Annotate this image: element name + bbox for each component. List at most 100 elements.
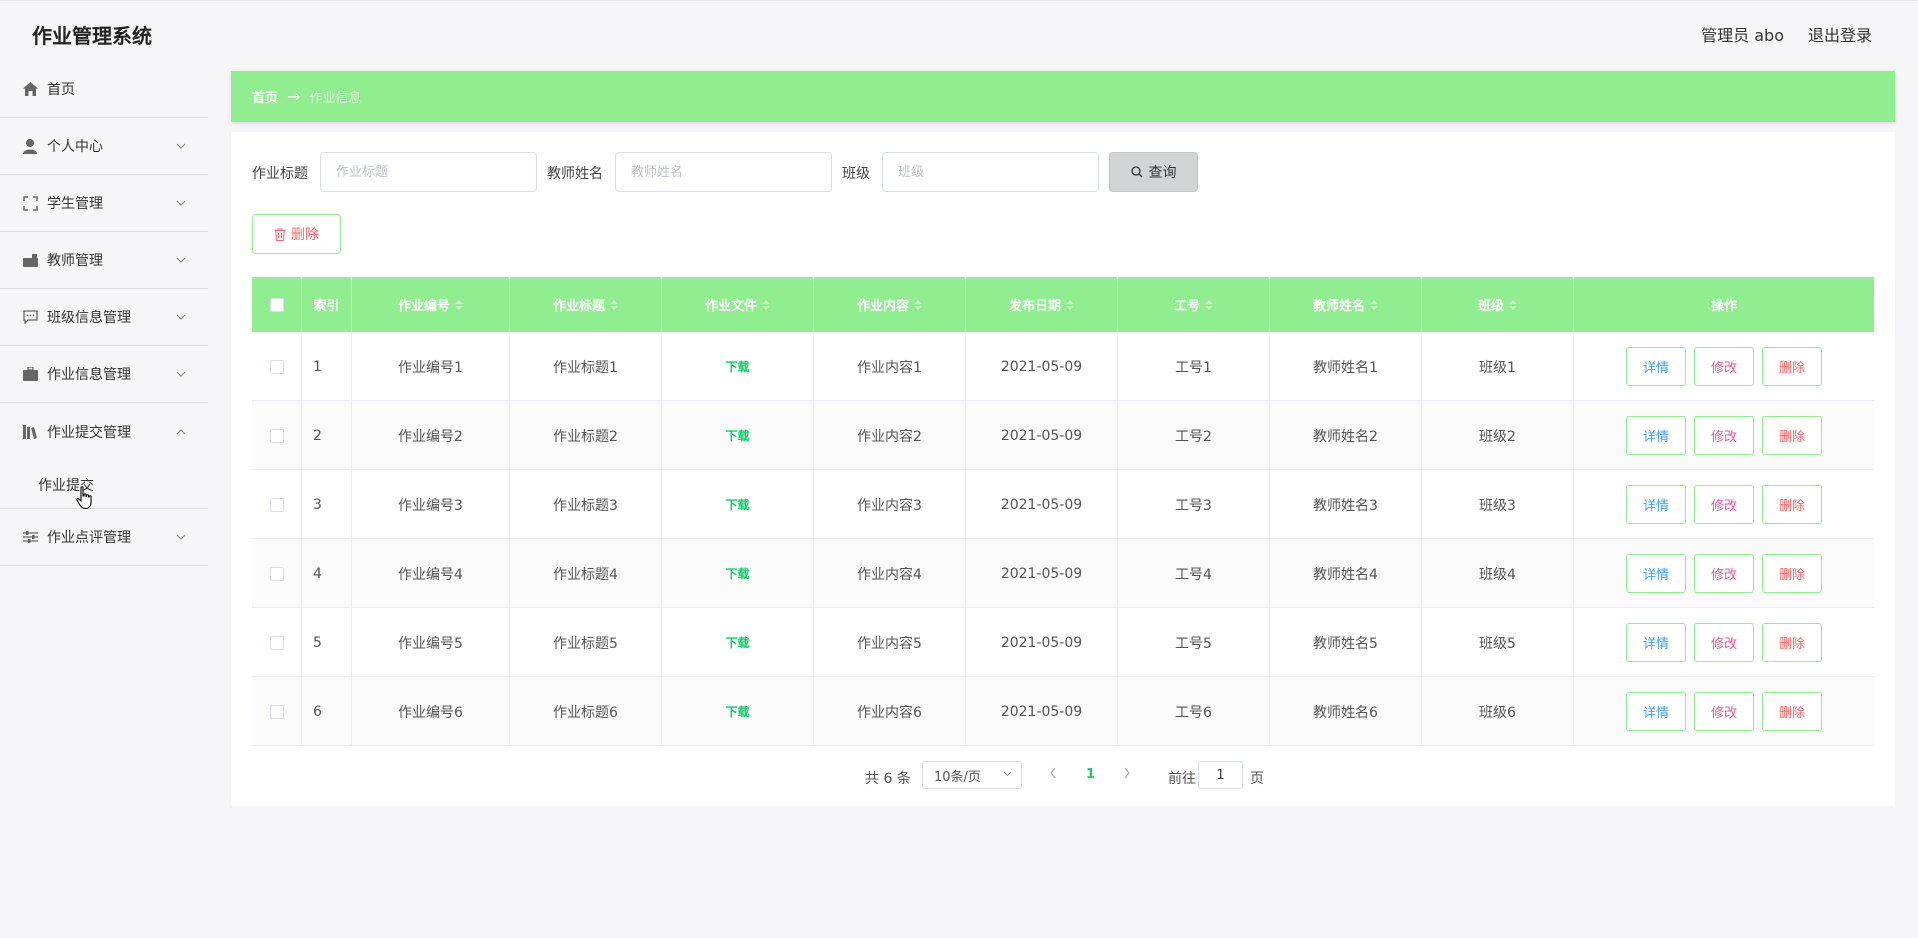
sidebar-item-teachers[interactable]: 教师管理 xyxy=(0,232,208,289)
header-cell[interactable]: 班级 xyxy=(1422,277,1574,332)
page-size-select[interactable]: 10条/页 xyxy=(922,761,1022,789)
sidebar-item-label: 学生管理 xyxy=(47,196,103,212)
class-filter-input[interactable] xyxy=(882,152,1099,192)
sort-icon[interactable] xyxy=(1066,299,1074,310)
actions-cell: 详情 修改 删除 xyxy=(1574,332,1874,401)
row-checkbox[interactable] xyxy=(269,704,284,719)
header-cell[interactable]: 作业标题 xyxy=(510,277,662,332)
delete-button[interactable]: 删除 xyxy=(1762,347,1822,386)
search-button[interactable]: 查询 xyxy=(1109,152,1198,192)
header-select-all[interactable] xyxy=(252,277,302,332)
header-cell[interactable]: 作业文件 xyxy=(662,277,814,332)
select-all-checkbox[interactable] xyxy=(269,297,284,312)
detail-button[interactable]: 详情 xyxy=(1626,347,1686,386)
sidebar-item-homework-review[interactable]: 作业点评管理 xyxy=(0,509,208,566)
delete-button[interactable]: 删除 xyxy=(1762,623,1822,662)
prev-page-button[interactable] xyxy=(1049,767,1057,783)
detail-button[interactable]: 详情 xyxy=(1626,692,1686,731)
header-cell[interactable]: 发布日期 xyxy=(966,277,1118,332)
table-cell-code: 作业编号2 xyxy=(352,401,510,470)
current-user: 管理员 abo xyxy=(1701,26,1784,45)
table-cell-content: 作业内容4 xyxy=(814,539,966,608)
sidebar-item-classes[interactable]: 班级信息管理 xyxy=(0,289,208,346)
row-checkbox[interactable] xyxy=(269,566,284,581)
header-cell[interactable]: 作业编号 xyxy=(352,277,510,332)
sidebar-item-homework-info[interactable]: 作业信息管理 xyxy=(0,346,208,403)
table-cell-date: 2021-05-09 xyxy=(966,470,1118,539)
table-cell-code: 作业编号6 xyxy=(352,677,510,746)
page-number[interactable]: 1 xyxy=(1086,767,1095,782)
header-label: 发布日期 xyxy=(1008,299,1061,314)
delete-button[interactable]: 删除 xyxy=(1762,692,1822,731)
header-cell[interactable]: 作业内容 xyxy=(814,277,966,332)
sidebar-item-students[interactable]: 学生管理 xyxy=(0,175,208,232)
sidebar-item-homework-submit[interactable]: 作业提交管理 xyxy=(0,403,208,461)
header-cell[interactable]: 工号 xyxy=(1118,277,1270,332)
table-cell-teacher: 教师姓名2 xyxy=(1270,401,1422,470)
detail-button[interactable]: 详情 xyxy=(1626,623,1686,662)
table-row: 2 作业编号2 作业标题2 下载 作业内容2 2021-05-09 工号2 教师姓名2 班级2 详… xyxy=(252,401,1874,470)
detail-button[interactable]: 详情 xyxy=(1626,416,1686,455)
row-select-cell xyxy=(252,470,302,539)
edit-button[interactable]: 修改 xyxy=(1694,347,1754,386)
download-link[interactable]: 下载 xyxy=(725,496,749,513)
trash-icon xyxy=(274,227,286,241)
header-label: 作业标题 xyxy=(552,299,605,314)
scan-icon xyxy=(22,195,38,211)
sidebar-item-label: 作业点评管理 xyxy=(47,530,131,546)
chevron-down-icon xyxy=(1003,771,1012,777)
row-checkbox[interactable] xyxy=(269,428,284,443)
sort-icon[interactable] xyxy=(610,299,618,310)
delete-button[interactable]: 删除 xyxy=(1762,554,1822,593)
table-cell-index: 3 xyxy=(302,470,352,539)
sidebar-item-profile[interactable]: 个人中心 xyxy=(0,118,208,175)
sort-icon[interactable] xyxy=(762,299,770,310)
edit-button[interactable]: 修改 xyxy=(1694,485,1754,524)
download-link[interactable]: 下载 xyxy=(725,565,749,582)
table-cell-teacher: 教师姓名6 xyxy=(1270,677,1422,746)
goto-page-input[interactable] xyxy=(1198,761,1243,789)
batch-delete-button[interactable]: 删除 xyxy=(252,214,341,254)
header-cell[interactable]: 教师姓名 xyxy=(1270,277,1422,332)
teacher-filter-input[interactable] xyxy=(615,152,832,192)
row-checkbox[interactable] xyxy=(269,635,284,650)
sort-icon[interactable] xyxy=(1509,299,1517,310)
table-cell-title: 作业标题1 xyxy=(510,332,662,401)
next-page-button[interactable] xyxy=(1123,767,1131,783)
table-cell-content: 作业内容6 xyxy=(814,677,966,746)
logout-link[interactable]: 退出登录 xyxy=(1808,22,1872,46)
table-row: 1 作业编号1 作业标题1 下载 作业内容1 2021-05-09 工号1 教师姓名1 班级1 详… xyxy=(252,332,1874,401)
edit-button[interactable]: 修改 xyxy=(1694,623,1754,662)
download-link[interactable]: 下载 xyxy=(725,703,749,720)
sort-icon[interactable] xyxy=(1205,299,1213,310)
download-link[interactable]: 下载 xyxy=(725,358,749,375)
file-cell: 下载 xyxy=(662,677,814,746)
breadcrumb-home[interactable]: 首页 xyxy=(252,87,278,106)
edit-button[interactable]: 修改 xyxy=(1694,416,1754,455)
sort-icon[interactable] xyxy=(914,299,922,310)
sidebar-subitem-submit[interactable]: 作业提交 xyxy=(0,461,208,509)
table-header: 索引 作业编号 作业标题 作业文件 作业内容 发布日期 工号 教师姓名 班级 操… xyxy=(252,277,1874,332)
detail-button[interactable]: 详情 xyxy=(1626,485,1686,524)
sidebar-item-home[interactable]: 首页 xyxy=(0,61,208,118)
sort-icon[interactable] xyxy=(1370,299,1378,310)
delete-button[interactable]: 删除 xyxy=(1762,416,1822,455)
briefcase-icon xyxy=(22,252,38,268)
actions-cell: 详情 修改 删除 xyxy=(1574,608,1874,677)
title-filter-input[interactable] xyxy=(320,152,537,192)
pagination: 共 6 条 10条/页 1 前往 页 xyxy=(231,761,1895,791)
download-link[interactable]: 下载 xyxy=(725,427,749,444)
teacher-filter-label: 教师姓名 xyxy=(547,166,603,182)
row-checkbox[interactable] xyxy=(269,359,284,374)
detail-button[interactable]: 详情 xyxy=(1626,554,1686,593)
sort-icon[interactable] xyxy=(455,299,463,310)
table-cell-staff-id: 工号6 xyxy=(1118,677,1270,746)
table-cell-code: 作业编号4 xyxy=(352,539,510,608)
edit-button[interactable]: 修改 xyxy=(1694,692,1754,731)
download-link[interactable]: 下载 xyxy=(725,634,749,651)
edit-button[interactable]: 修改 xyxy=(1694,554,1754,593)
table-cell-content: 作业内容5 xyxy=(814,608,966,677)
row-checkbox[interactable] xyxy=(269,497,284,512)
actions-cell: 详情 修改 删除 xyxy=(1574,401,1874,470)
delete-button[interactable]: 删除 xyxy=(1762,485,1822,524)
